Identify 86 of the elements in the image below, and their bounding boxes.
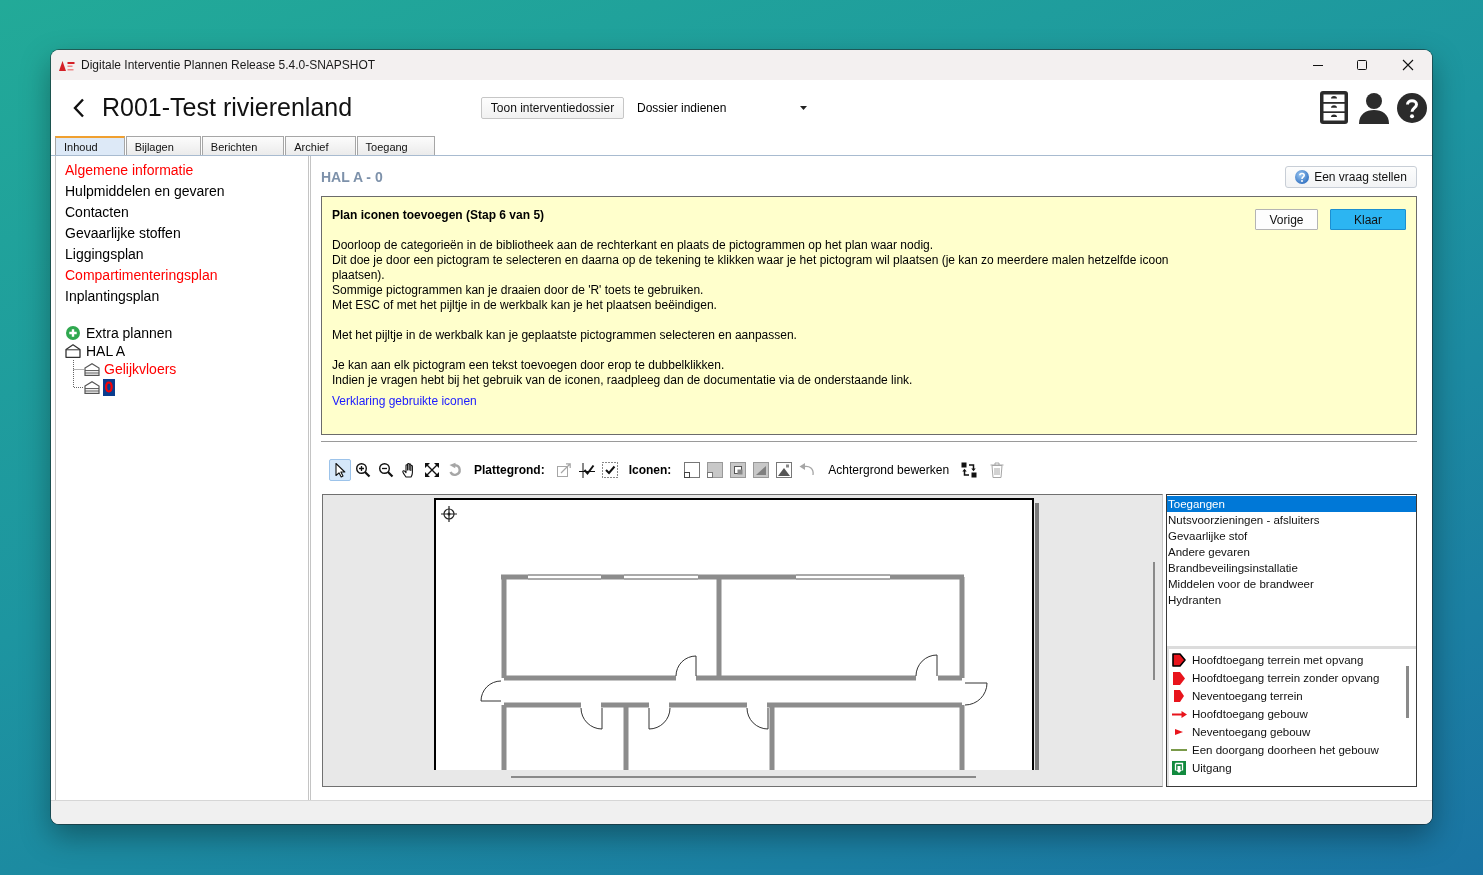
tab[interactable]: Archief [285,136,356,155]
tree-item[interactable]: HAL A [85,342,128,360]
tree-item[interactable]: Gelijkvloers [103,360,179,378]
library-item[interactable]: Neventoegang gebouw [1169,723,1311,741]
window-title: Digitale Interventie Plannen Release 5.4.0-SNAPSHOT [81,58,376,72]
library-item[interactable]: Een doorgang doorheen het gebouw [1169,741,1379,759]
icons-legend-link[interactable]: Verklaring gebruikte iconen [332,394,477,409]
category-item[interactable]: Brandbeveilingsinstallatie [1167,560,1416,576]
ask-question-button[interactable]: Een vraag stellen [1285,166,1417,188]
library-item[interactable]: Neventoegang terrein [1169,687,1303,705]
action-dropdown[interactable]: Dossier indienen [631,96,809,119]
line-icon [1171,749,1187,751]
maximize-icon[interactable] [1357,60,1367,70]
nav-item[interactable]: Contacten [65,202,129,223]
page-title: R001-Test rivierenland [102,93,353,121]
category-item[interactable]: Andere gevaren [1167,544,1416,560]
layered-square-icon[interactable] [729,462,746,478]
scrollbar-thumb[interactable] [1153,562,1155,680]
pointer-icon[interactable] [328,459,351,481]
library-item[interactable]: Hoofdtoegang terrein met opvang [1169,651,1364,669]
library-item[interactable]: Hoofdtoegang gebouw [1169,705,1308,723]
show-dossier-button[interactable]: Toon interventiedossier [481,96,624,119]
step-button[interactable]: Vorige [1255,209,1318,230]
toolbar-label: Iconen: [628,463,672,477]
triangle-icon [1175,729,1183,735]
image-icon[interactable] [775,462,792,478]
tab[interactable]: Toegang [356,136,435,155]
corner-square-icon[interactable] [683,462,700,478]
minimize-icon[interactable] [1313,64,1323,66]
instruction-text: Indien je vragen hebt bij het gebruik van de iconen, raadpleeg dan de documentatie via de onderstaande link. [332,373,914,388]
crosshair-icon[interactable] [440,505,458,523]
scrollbar-thumb[interactable] [1406,666,1409,718]
nav-item[interactable]: Hulpmiddelen en gevaren [65,181,225,202]
striped-house-icon [84,380,100,394]
step-button[interactable]: Klaar [1330,209,1406,230]
back-icon[interactable] [73,97,85,118]
app-logo-icon [59,59,75,71]
library-item[interactable]: Hoofdtoegang terrein zonder opvang [1169,669,1380,687]
house-icon [65,344,81,358]
nav-item[interactable]: Compartimenteringsplan [65,265,218,286]
scrollbar-thumb[interactable] [511,776,976,778]
instruction-text: Dit doe je door een pictogram te selecteren en daarna op de tekening te klikken waar je het pictogram wil plaatsen (je kan zo meerdere malen hetzelfde icoon plaatsen). [332,253,1170,283]
outlined-pentagon-icon [1172,653,1186,667]
filing-cabinet-icon[interactable] [1320,91,1348,124]
help-icon[interactable] [1397,92,1427,123]
plan-heading: HAL A - 0 [321,169,383,185]
instruction-text: Doorloop de categorieën in de bibliotheek aan de rechterkant en plaats de pictogrammen op het plan waar nodig. [332,238,935,253]
instruction-text: Met ESC of met het pijltje in de werkbalk kan je het plaatsen beëindigen. [332,298,718,313]
zoom-out-icon[interactable] [377,462,394,478]
tab[interactable]: Berichten [201,136,285,155]
nav-item[interactable]: Liggingsplan [65,244,144,265]
nav-item[interactable]: Algemene informatie [65,160,194,181]
instruction-text: Je kan aan elk pictogram een tekst toevoegen door erop te dubbelklikken. [332,358,726,373]
arrow-icon [1171,710,1187,718]
pentagon-icon [1174,690,1184,702]
tab[interactable]: Inhoud [55,136,125,155]
instructions-title: Plan iconen toevoegen (Stap 6 van 5) [332,208,545,223]
category-item[interactable]: Nutsvoorzieningen - afsluiters [1167,512,1416,528]
exit-sign-icon [1172,761,1186,775]
category-item[interactable]: Middelen voor de brandweer [1167,576,1416,592]
dotted-check-icon[interactable] [602,462,619,478]
plus-circle-icon[interactable] [66,326,80,340]
toolbar-label: Plattegrond: [474,463,545,477]
edit-background-button[interactable]: Achtergrond bewerken [828,463,950,477]
extra-plans-item[interactable]: Extra plannen [85,324,175,342]
pentagon-icon [1173,671,1185,685]
close-icon[interactable] [1403,60,1413,70]
instruction-text: Met het pijltje in de werkbalk kan je geplaatste pictogrammen selecteren en aanpassen. [332,328,798,343]
triangle-square-icon[interactable] [752,462,769,478]
user-icon[interactable] [1358,91,1390,124]
caret-icon [800,105,807,110]
library-item[interactable]: Uitgang [1169,759,1232,777]
category-item[interactable]: Hydranten [1167,592,1416,608]
help-icon [1295,170,1310,184]
line-check-icon[interactable] [579,462,596,478]
nav-item[interactable]: Inplantingsplan [65,286,160,307]
category-item[interactable]: Toegangen [1167,496,1416,512]
swap-icon[interactable] [961,462,978,478]
category-item[interactable]: Gevaarlijke stof [1167,528,1416,544]
tab[interactable]: Bijlagen [125,136,201,155]
striped-house-icon [84,362,100,376]
nav-item[interactable]: Gevaarlijke stoffen [65,223,181,244]
instruction-text: Sommige pictogrammen kan je draaien door de 'R' toets te gebruiken. [332,283,705,298]
zoom-in-icon[interactable] [354,462,371,478]
shaded-square-icon[interactable] [706,462,723,478]
expand-arrows-icon[interactable] [423,462,440,478]
